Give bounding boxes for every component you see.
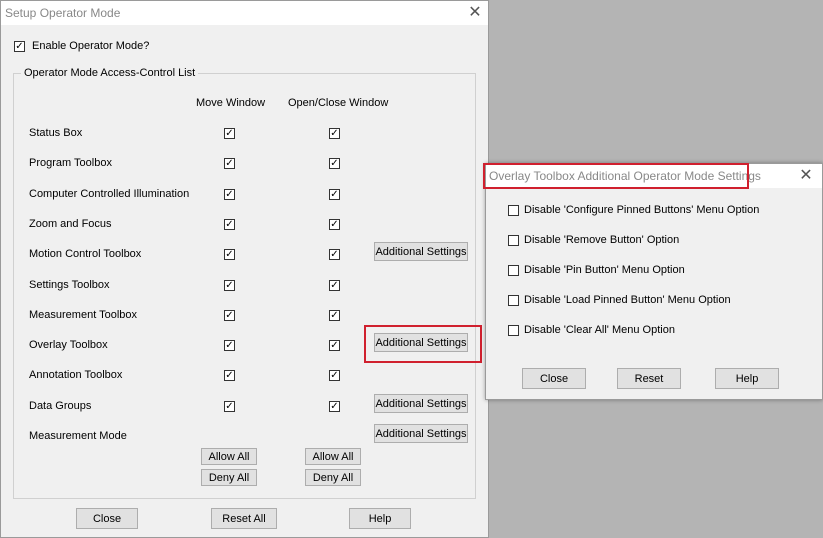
enable-operator-mode-label: Enable Operator Mode? — [32, 40, 150, 52]
overlay-dialog-title: Overlay Toolbox Additional Operator Mode… — [489, 169, 761, 183]
title-bar: Setup Operator Mode ✕ — [1, 1, 488, 25]
row-label: Program Toolbox — [29, 157, 112, 169]
row-label: Measurement Toolbox — [29, 309, 138, 321]
overlay-option-label: Disable 'Configure Pinned Buttons' Menu … — [524, 204, 760, 216]
row-label: Overlay Toolbox — [29, 339, 108, 351]
overlay-option-checkbox[interactable] — [508, 325, 519, 336]
overlay-help-button[interactable]: Help — [715, 368, 779, 389]
move-window-checkbox[interactable]: ✓ — [224, 128, 235, 139]
close-button[interactable]: Close — [76, 508, 138, 529]
open-close-window-checkbox[interactable]: ✓ — [329, 370, 340, 381]
row-label: Measurement Mode — [29, 430, 127, 442]
additional-settings-button[interactable]: Additional Settings — [374, 242, 468, 261]
overlay-option-label: Disable 'Pin Button' Menu Option — [524, 264, 685, 276]
column-header-open-close-window: Open/Close Window — [288, 97, 389, 109]
overlay-close-button[interactable]: Close — [522, 368, 586, 389]
row-label: Annotation Toolbox — [29, 369, 123, 381]
move-window-checkbox[interactable]: ✓ — [224, 249, 235, 260]
move-window-checkbox[interactable]: ✓ — [224, 370, 235, 381]
open-close-window-checkbox[interactable]: ✓ — [329, 189, 340, 200]
move-window-checkbox[interactable]: ✓ — [224, 401, 235, 412]
additional-settings-button[interactable]: Additional Settings — [374, 394, 468, 413]
overlay-title-bar: Overlay Toolbox Additional Operator Mode… — [486, 164, 822, 188]
row-label: Settings Toolbox — [29, 279, 110, 291]
enable-operator-mode-checkbox[interactable]: ✓ — [14, 41, 25, 52]
row-label: Zoom and Focus — [29, 218, 112, 230]
setup-operator-mode-dialog: Setup Operator Mode ✕ ✓ Enable Operator … — [0, 0, 489, 538]
dialog-title: Setup Operator Mode — [5, 6, 121, 20]
overlay-option-checkbox[interactable] — [508, 205, 519, 216]
move-window-checkbox[interactable]: ✓ — [224, 280, 235, 291]
open-close-window-checkbox[interactable]: ✓ — [329, 280, 340, 291]
overlay-reset-button[interactable]: Reset — [617, 368, 681, 389]
move-window-checkbox[interactable]: ✓ — [224, 310, 235, 321]
open-close-window-checkbox[interactable]: ✓ — [329, 158, 340, 169]
open-close-window-checkbox[interactable]: ✓ — [329, 401, 340, 412]
row-label: Motion Control Toolbox — [29, 248, 142, 260]
row-label: Status Box — [29, 127, 83, 139]
close-icon[interactable]: ✕ — [465, 3, 485, 23]
allow-all-open-close-button[interactable]: Allow All — [305, 448, 361, 465]
additional-settings-button[interactable]: Additional Settings — [374, 333, 468, 352]
overlay-option-label: Disable 'Remove Button' Option — [524, 234, 680, 246]
row-label: Data Groups — [29, 400, 92, 412]
move-window-checkbox[interactable]: ✓ — [224, 158, 235, 169]
help-button[interactable]: Help — [349, 508, 411, 529]
open-close-window-checkbox[interactable]: ✓ — [329, 249, 340, 260]
row-label: Computer Controlled Illumination — [29, 188, 190, 200]
overlay-option-checkbox[interactable] — [508, 235, 519, 246]
overlay-option-checkbox[interactable] — [508, 265, 519, 276]
column-header-move-window: Move Window — [196, 97, 266, 109]
open-close-window-checkbox[interactable]: ✓ — [329, 340, 340, 351]
reset-all-button[interactable]: Reset All — [211, 508, 277, 529]
deny-all-open-close-button[interactable]: Deny All — [305, 469, 361, 486]
overlay-option-label: Disable 'Load Pinned Button' Menu Option — [524, 294, 731, 306]
additional-settings-button[interactable]: Additional Settings — [374, 424, 468, 443]
open-close-window-checkbox[interactable]: ✓ — [329, 128, 340, 139]
open-close-window-checkbox[interactable]: ✓ — [329, 310, 340, 321]
access-control-group-label: Operator Mode Access-Control List — [21, 67, 199, 79]
allow-all-move-button[interactable]: Allow All — [201, 448, 257, 465]
overlay-toolbox-settings-dialog: Overlay Toolbox Additional Operator Mode… — [485, 163, 823, 400]
overlay-option-checkbox[interactable] — [508, 295, 519, 306]
move-window-checkbox[interactable]: ✓ — [224, 219, 235, 230]
overlay-option-label: Disable 'Clear All' Menu Option — [524, 324, 675, 336]
deny-all-move-button[interactable]: Deny All — [201, 469, 257, 486]
overlay-close-icon[interactable]: ✕ — [796, 166, 816, 186]
open-close-window-checkbox[interactable]: ✓ — [329, 219, 340, 230]
move-window-checkbox[interactable]: ✓ — [224, 189, 235, 200]
move-window-checkbox[interactable]: ✓ — [224, 340, 235, 351]
